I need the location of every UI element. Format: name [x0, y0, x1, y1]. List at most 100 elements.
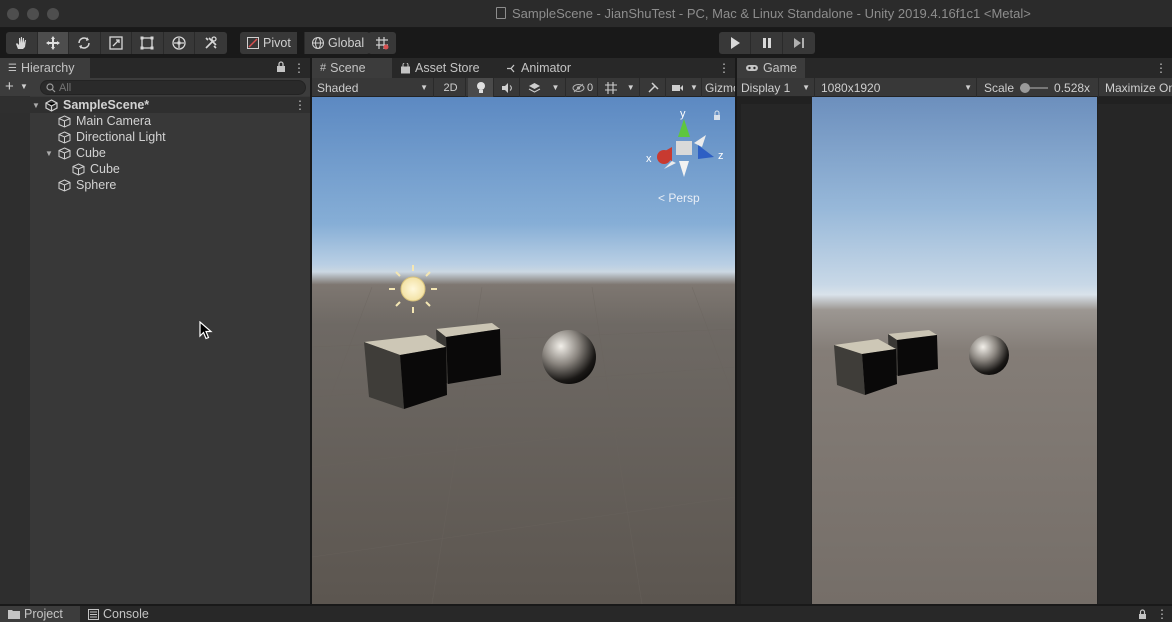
- tree-item-directional-light[interactable]: Directional Light: [58, 129, 166, 145]
- hand-tool-button[interactable]: [6, 32, 38, 54]
- lock-icon[interactable]: [276, 61, 286, 73]
- scale-slider-handle[interactable]: [1020, 82, 1031, 93]
- step-icon: [794, 38, 804, 48]
- create-button[interactable]: +: [5, 78, 14, 96]
- pivot-toggle[interactable]: Pivot: [240, 32, 297, 54]
- game-view-toolbar: Display 1 ▼ 1080x1920 ▼ Scale 0.528x Max…: [737, 78, 1172, 97]
- scale-control: Scale 0.528x: [979, 78, 1099, 97]
- chevron-down-icon[interactable]: ▼: [20, 80, 28, 94]
- gamepad-icon: [745, 65, 758, 71]
- tools-toggle[interactable]: [642, 78, 666, 97]
- console-icon: [88, 608, 99, 620]
- grid-icon: [605, 81, 618, 94]
- custom-tool-icon: [205, 36, 217, 49]
- game-sphere: [969, 335, 1009, 375]
- sphere-object[interactable]: [542, 330, 596, 384]
- minimize-window-button[interactable]: [27, 8, 39, 20]
- gizmo-lock-icon: [714, 110, 720, 115]
- unity-scene-icon: [45, 98, 58, 112]
- close-window-button[interactable]: [7, 8, 19, 20]
- list-icon: ☰: [8, 62, 17, 74]
- tab-animator[interactable]: Animator: [498, 58, 579, 78]
- audio-toggle[interactable]: [496, 78, 520, 97]
- play-button[interactable]: [719, 32, 751, 54]
- tree-item-cube-child[interactable]: Cube: [72, 161, 120, 177]
- globe-icon: [312, 37, 324, 49]
- rect-tool-button[interactable]: [132, 32, 164, 54]
- play-icon: [730, 37, 740, 49]
- scene-menu-icon[interactable]: ⋮: [718, 61, 730, 75]
- shading-mode-dropdown[interactable]: Shaded ▼: [312, 78, 434, 97]
- chevron-down-icon: ▼: [551, 83, 560, 92]
- resolution-dropdown[interactable]: 1080x1920 ▼: [817, 78, 977, 97]
- pause-icon: [762, 38, 771, 48]
- gameobject-cube-icon: [58, 146, 71, 160]
- display-dropdown[interactable]: Display 1 ▼: [737, 78, 815, 97]
- scene-view-toolbar: Shaded ▼ 2D ▼ 0 ▼ ▼ Gizmos: [312, 78, 736, 97]
- chevron-down-icon: ▼: [626, 83, 635, 92]
- game-menu-icon[interactable]: ⋮: [1155, 61, 1167, 75]
- scene-visibility-toggle[interactable]: 0: [568, 78, 598, 97]
- rotate-tool-button[interactable]: [69, 32, 101, 54]
- scene-viewport[interactable]: y x z < Persp: [312, 97, 736, 604]
- bottom-menu-icon[interactable]: ⋮: [1156, 607, 1168, 621]
- grid-snap-button[interactable]: [368, 32, 396, 54]
- grid-settings-dropdown[interactable]: ▼: [600, 78, 640, 97]
- move-tool-icon: [45, 36, 60, 50]
- maximize-on-play-toggle[interactable]: Maximize On Play: [1101, 78, 1172, 97]
- hierarchy-menu-icon[interactable]: ⋮: [293, 61, 305, 75]
- custom-tool-button[interactable]: [195, 32, 227, 54]
- tab-project[interactable]: Project: [0, 606, 80, 622]
- game-cube-front: [834, 339, 897, 395]
- zoom-window-button[interactable]: [47, 8, 59, 20]
- lock-icon[interactable]: [1138, 609, 1147, 620]
- transform-tool-button[interactable]: [164, 32, 195, 54]
- game-render: [834, 330, 1009, 395]
- move-tool-button[interactable]: [37, 32, 69, 54]
- tab-scene[interactable]: # Scene: [312, 58, 392, 78]
- step-button[interactable]: [783, 32, 815, 54]
- fold-arrow-icon[interactable]: ▼: [45, 149, 53, 158]
- gizmos-dropdown[interactable]: Gizmos: [704, 78, 736, 97]
- layers-icon: [528, 82, 540, 93]
- scene-menu-icon[interactable]: ⋮: [294, 98, 306, 112]
- game-tab-bar: Game ⋮: [737, 58, 1172, 78]
- global-toggle[interactable]: Global: [304, 32, 371, 54]
- gameobject-cube-icon: [58, 130, 71, 144]
- tab-hierarchy[interactable]: ☰ Hierarchy: [0, 58, 90, 78]
- cube-front-object[interactable]: [364, 335, 447, 409]
- gameobject-cube-icon: [58, 114, 71, 128]
- bag-icon: [401, 62, 410, 73]
- directional-light-gizmo[interactable]: [389, 265, 437, 313]
- projection-label[interactable]: < Persp: [658, 191, 700, 205]
- tab-asset-store[interactable]: Asset Store: [392, 58, 488, 78]
- animator-icon: [507, 64, 515, 72]
- main-toolbar: Pivot Global: [0, 28, 1172, 58]
- mouse-cursor-icon: [199, 321, 213, 340]
- tree-item-scene[interactable]: ▼ SampleScene*: [32, 97, 149, 113]
- tree-item-cube-parent[interactable]: ▼ Cube: [45, 145, 106, 161]
- playback-controls: [719, 32, 815, 54]
- scale-tool-button[interactable]: [101, 32, 132, 54]
- hierarchy-tab-bar: ☰ Hierarchy ⋮: [0, 58, 310, 78]
- tree-item-main-camera[interactable]: Main Camera: [58, 113, 151, 129]
- tab-game[interactable]: Game: [737, 58, 805, 78]
- scale-slider[interactable]: [1020, 82, 1049, 93]
- effects-dropdown[interactable]: ▼: [522, 78, 566, 97]
- game-viewport[interactable]: [812, 97, 1097, 604]
- tab-console[interactable]: Console: [80, 606, 157, 622]
- pause-button[interactable]: [751, 32, 783, 54]
- camera-icon: [672, 84, 684, 91]
- svg-text:z: z: [718, 150, 724, 162]
- search-input[interactable]: [59, 81, 299, 94]
- hierarchy-search[interactable]: [40, 80, 306, 95]
- lighting-toggle[interactable]: [468, 78, 494, 97]
- chevron-down-icon: ▼: [420, 83, 428, 92]
- scene-grid: [312, 286, 736, 604]
- tree-item-sphere[interactable]: Sphere: [58, 177, 116, 193]
- camera-settings-dropdown[interactable]: ▼: [668, 78, 702, 97]
- fold-arrow-icon[interactable]: ▼: [32, 101, 40, 110]
- rotate-tool-icon: [78, 37, 90, 49]
- 2d-toggle[interactable]: 2D: [436, 78, 466, 97]
- window-title: SampleScene - JianShuTest - PC, Mac & Li…: [496, 6, 1031, 21]
